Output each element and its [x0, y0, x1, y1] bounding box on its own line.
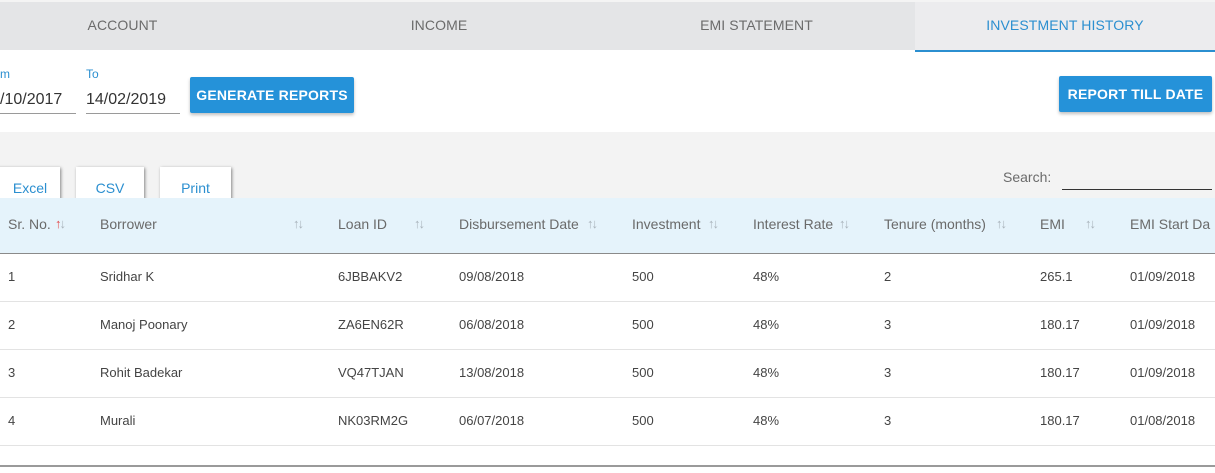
cell-investment: 500 — [632, 365, 654, 380]
cell-tenure: 3 — [884, 365, 892, 380]
cell-emi-start-date: 01/08/2018 — [1130, 413, 1196, 428]
cell-sr-no: 1 — [8, 269, 16, 284]
cell-disbursement-date: 09/08/2018 — [459, 269, 525, 284]
horizontal-scrollbar[interactable] — [0, 465, 1215, 467]
column-header-label: Investment — [632, 216, 701, 232]
table-row[interactable]: 4 Murali NK03RM2G 06/07/2018 500 48% 3 1… — [0, 398, 1215, 446]
table-header: Sr. No. ↑↓ Borrower ↑↓ Loan ID ↑↓ Disbur… — [0, 198, 1215, 254]
search-label: Search: — [1003, 169, 1052, 185]
cell-emi: 265.1 — [1040, 269, 1073, 284]
generate-reports-button[interactable]: GENERATE REPORTS — [190, 77, 354, 113]
cell-loan-id: VQ47TJAN — [338, 365, 404, 380]
sort-icon[interactable]: ↑↓ — [839, 198, 850, 250]
column-header-label: Tenure (months) — [884, 216, 986, 232]
from-date-underline — [0, 113, 76, 114]
column-header-emi[interactable]: EMI — [1040, 198, 1065, 254]
cell-disbursement-date: 13/08/2018 — [459, 365, 525, 380]
search-input[interactable] — [1062, 168, 1212, 188]
column-header-label: Sr. No. — [8, 216, 51, 232]
cell-emi: 180.17 — [1040, 317, 1080, 332]
column-header-disbursement-date[interactable]: Disbursement Date — [459, 198, 579, 254]
cell-disbursement-date: 06/07/2018 — [459, 413, 525, 428]
tab-income[interactable]: INCOME — [280, 2, 598, 52]
to-date-field[interactable]: To 14/02/2019 — [86, 62, 180, 114]
cell-sr-no: 3 — [8, 365, 16, 380]
cell-loan-id: 6JBBAKV2 — [338, 269, 403, 284]
cell-borrower: Rohit Badekar — [100, 365, 183, 380]
column-header-label: Disbursement Date — [459, 216, 579, 232]
column-header-sr-no[interactable]: Sr. No. — [8, 198, 51, 254]
cell-sr-no: 4 — [8, 413, 16, 428]
column-header-label: Borrower — [100, 216, 157, 232]
cell-loan-id: NK03RM2G — [338, 413, 409, 428]
sort-icon[interactable]: ↑↓ — [996, 198, 1007, 250]
column-header-loan-id[interactable]: Loan ID — [338, 198, 387, 254]
to-date-value[interactable]: 14/02/2019 — [86, 91, 166, 109]
column-header-interest-rate[interactable]: Interest Rate — [753, 198, 833, 254]
cell-investment: 500 — [632, 269, 654, 284]
tab-emi-statement[interactable]: EMI STATEMENT — [598, 2, 915, 52]
cell-tenure: 3 — [884, 317, 892, 332]
tab-investment-history[interactable]: INVESTMENT HISTORY — [915, 2, 1215, 52]
from-date-field[interactable]: m /10/2017 — [0, 62, 76, 114]
sort-ascending-icon[interactable]: ↑↓ — [55, 198, 66, 250]
tab-bar: ACCOUNT INCOME EMI STATEMENT INVESTMENT … — [0, 0, 1215, 52]
from-date-value[interactable]: /10/2017 — [0, 91, 62, 109]
column-header-emi-start-date[interactable]: EMI Start Da — [1130, 198, 1210, 254]
sort-icon[interactable]: ↑↓ — [1085, 198, 1096, 250]
column-header-investment[interactable]: Investment — [632, 198, 700, 254]
column-header-label: Loan ID — [338, 216, 388, 232]
to-date-label: To — [86, 67, 99, 81]
to-date-underline — [86, 113, 180, 114]
table-row[interactable]: 3 Rohit Badekar VQ47TJAN 13/08/2018 500 … — [0, 350, 1215, 398]
column-header-label: EMI — [1040, 216, 1065, 232]
cell-tenure: 2 — [884, 269, 892, 284]
cell-investment: 500 — [632, 413, 654, 428]
sort-icon[interactable]: ↑↓ — [708, 198, 719, 250]
cell-borrower: Murali — [100, 413, 136, 428]
cell-interest-rate: 48% — [753, 269, 780, 284]
cell-disbursement-date: 06/08/2018 — [459, 317, 525, 332]
sort-icon[interactable]: ↑↓ — [293, 198, 304, 250]
search-underline — [1062, 189, 1212, 190]
cell-emi-start-date: 01/09/2018 — [1130, 365, 1196, 380]
column-header-borrower[interactable]: Borrower — [100, 198, 157, 254]
cell-interest-rate: 48% — [753, 413, 780, 428]
report-till-date-button[interactable]: REPORT TILL DATE — [1059, 76, 1212, 112]
cell-investment: 500 — [632, 317, 654, 332]
column-header-label: Interest Rate — [753, 216, 834, 232]
sort-icon[interactable]: ↑↓ — [587, 198, 598, 250]
cell-emi: 180.17 — [1040, 413, 1080, 428]
cell-sr-no: 2 — [8, 317, 16, 332]
tab-account[interactable]: ACCOUNT — [0, 2, 245, 52]
cell-tenure: 3 — [884, 413, 892, 428]
cell-emi: 180.17 — [1040, 365, 1080, 380]
investment-history-page: ACCOUNT INCOME EMI STATEMENT INVESTMENT … — [0, 0, 1215, 473]
cell-borrower: Sridhar K — [100, 269, 155, 284]
cell-emi-start-date: 01/09/2018 — [1130, 269, 1196, 284]
cell-interest-rate: 48% — [753, 365, 780, 380]
cell-borrower: Manoj Poonary — [100, 317, 188, 332]
column-header-label: EMI Start Da — [1130, 216, 1211, 232]
table-row[interactable]: 1 Sridhar K 6JBBAKV2 09/08/2018 500 48% … — [0, 254, 1215, 302]
sort-icon[interactable]: ↑↓ — [414, 198, 425, 250]
cell-loan-id: ZA6EN62R — [338, 317, 404, 332]
from-date-label: m — [0, 67, 10, 81]
cell-interest-rate: 48% — [753, 317, 780, 332]
cell-emi-start-date: 01/09/2018 — [1130, 317, 1196, 332]
table-row[interactable]: 2 Manoj Poonary ZA6EN62R 06/08/2018 500 … — [0, 302, 1215, 350]
column-header-tenure[interactable]: Tenure (months) — [884, 198, 986, 254]
